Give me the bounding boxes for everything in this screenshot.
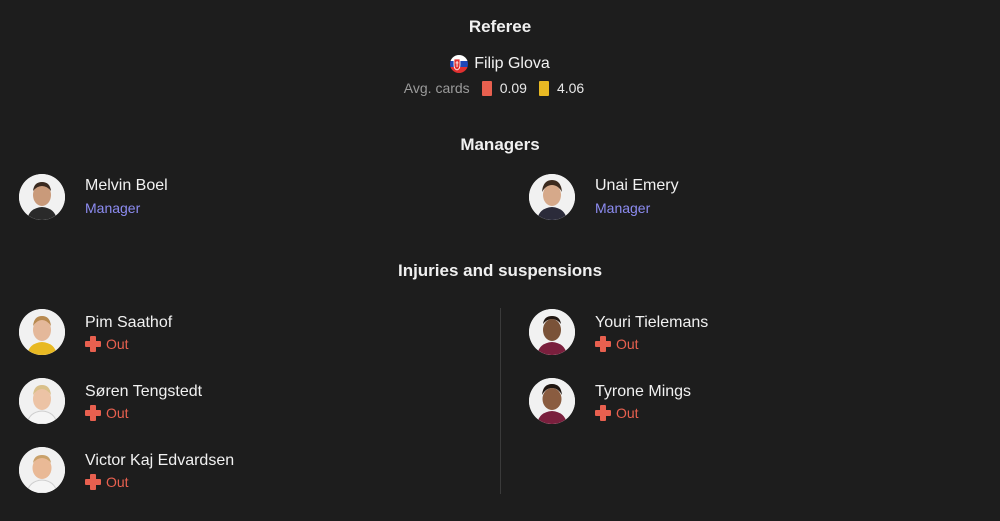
column-divider — [500, 308, 501, 494]
avatar — [529, 174, 575, 220]
avatar — [19, 378, 65, 424]
status-label: Out — [106, 335, 129, 352]
injury-cross-icon — [85, 473, 101, 490]
status-label: Out — [106, 404, 129, 421]
avatar — [19, 309, 65, 355]
player-name: Søren Tengstedt — [85, 382, 203, 400]
avatar — [529, 378, 575, 424]
status-badge: Out — [595, 404, 691, 421]
avatar — [19, 447, 65, 493]
red-card-value: 0.09 — [499, 80, 527, 96]
yellow-card-icon — [538, 80, 549, 96]
injury-item[interactable]: Tyrone Mings Out — [529, 378, 691, 424]
status-badge: Out — [85, 335, 172, 352]
avatar — [529, 309, 575, 355]
injury-item[interactable]: Youri Tielemans Out — [529, 309, 708, 355]
injury-cross-icon — [595, 335, 611, 352]
player-name: Pim Saathof — [85, 313, 173, 331]
yellow-card-value: 4.06 — [556, 80, 585, 96]
slovakia-flag-icon — [450, 55, 469, 73]
match-info-panel: Referee Filip Glova Avg. cards 0.09 4.06… — [0, 0, 1000, 521]
injury-cross-icon — [85, 335, 101, 352]
manager-home[interactable]: Melvin Boel Manager — [19, 174, 168, 220]
injury-item[interactable]: Pim Saathof Out — [19, 309, 172, 355]
avg-cards-label: Avg. cards — [403, 80, 470, 96]
injury-item[interactable]: Victor Kaj Edvardsen Out — [19, 447, 234, 493]
player-name: Youri Tielemans — [595, 313, 709, 331]
manager-away[interactable]: Unai Emery Manager — [529, 174, 679, 220]
manager-name: Melvin Boel — [85, 177, 168, 194]
avg-cards-row: Avg. cards 0.09 4.06 — [0, 80, 1000, 96]
referee-row[interactable]: Filip Glova — [0, 55, 1000, 73]
injuries-title: Injuries and suspensions — [397, 261, 603, 280]
status-badge: Out — [85, 404, 202, 421]
injury-item[interactable]: Søren Tengstedt Out — [19, 378, 202, 424]
referee-name: Filip Glova — [474, 55, 550, 72]
managers-title: Managers — [460, 135, 540, 154]
manager-role: Manager — [85, 200, 141, 216]
manager-name: Unai Emery — [595, 177, 679, 194]
manager-role: Manager — [595, 200, 651, 216]
player-name: Victor Kaj Edvardsen — [85, 451, 235, 469]
player-name: Tyrone Mings — [595, 382, 692, 400]
injury-cross-icon — [595, 404, 611, 421]
referee-title: Referee — [468, 17, 532, 36]
status-label: Out — [106, 473, 129, 490]
status-label: Out — [616, 404, 639, 421]
status-badge: Out — [85, 473, 234, 490]
status-label: Out — [616, 335, 639, 352]
injury-cross-icon — [85, 404, 101, 421]
red-card-icon — [481, 80, 492, 96]
status-badge: Out — [595, 335, 708, 352]
avatar — [19, 174, 65, 220]
